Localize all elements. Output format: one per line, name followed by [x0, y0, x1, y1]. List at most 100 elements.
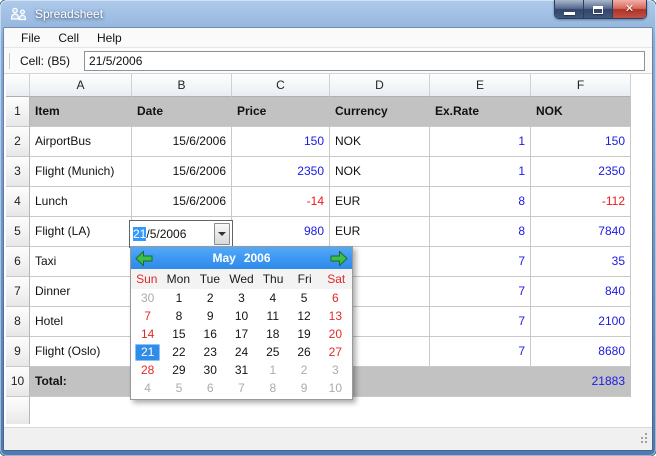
row-number-3[interactable]: 3	[6, 157, 30, 187]
cell-B3[interactable]: 15/6/2006	[132, 157, 232, 187]
calendar-day[interactable]: 27	[323, 344, 348, 361]
prev-month-button[interactable]	[134, 249, 154, 267]
cell-A2[interactable]: AirportBus	[30, 127, 132, 157]
cell-C3[interactable]: 2350	[232, 157, 330, 187]
calendar-day[interactable]: 17	[229, 326, 254, 343]
col-header-D[interactable]: D	[330, 74, 430, 97]
row-number-empty[interactable]	[6, 397, 30, 424]
calendar-day[interactable]: 15	[166, 326, 191, 343]
row-number-2[interactable]: 2	[6, 127, 30, 157]
maximize-button[interactable]	[584, 0, 613, 18]
calendar-day[interactable]: 9	[291, 380, 316, 397]
cell-A8[interactable]: Hotel	[30, 307, 132, 337]
cell-C2[interactable]: 150	[232, 127, 330, 157]
cell-B2[interactable]: 15/6/2006	[132, 127, 232, 157]
row-number-10[interactable]: 10	[6, 367, 30, 397]
calendar-day[interactable]: 6	[198, 380, 223, 397]
calendar-day[interactable]: 4	[260, 290, 285, 307]
calendar-day[interactable]: 2	[291, 362, 316, 379]
cell-A9[interactable]: Flight (Oslo)	[30, 337, 132, 367]
cell-C5[interactable]: 980	[232, 217, 330, 247]
cell-E5[interactable]: 8	[430, 217, 531, 247]
next-month-button[interactable]	[329, 249, 349, 267]
calendar-day[interactable]: 29	[166, 362, 191, 379]
calendar-day[interactable]: 18	[260, 326, 285, 343]
calendar-day[interactable]: 1	[166, 290, 191, 307]
calendar-day[interactable]: 23	[198, 344, 223, 361]
col-header-C[interactable]: C	[232, 74, 330, 97]
cell-D1[interactable]: Currency	[330, 97, 430, 127]
formula-input[interactable]	[84, 50, 645, 71]
calendar-day[interactable]: 2	[198, 290, 223, 307]
calendar-day[interactable]: 30	[135, 290, 160, 307]
title-bar[interactable]: Spreadsheet ✕	[0, 0, 656, 28]
cell-F3[interactable]: 2350	[531, 157, 631, 187]
calendar-day[interactable]: 3	[229, 290, 254, 307]
cell-A5[interactable]: Flight (LA)	[30, 217, 132, 247]
cell-B1[interactable]: Date	[132, 97, 232, 127]
resize-grip-icon[interactable]	[637, 433, 649, 448]
calendar-day[interactable]: 26	[291, 344, 316, 361]
calendar-day[interactable]: 7	[135, 308, 160, 325]
calendar-day[interactable]: 24	[229, 344, 254, 361]
calendar-day[interactable]: 13	[323, 308, 348, 325]
cell-E3[interactable]: 1	[430, 157, 531, 187]
cell-E9[interactable]: 7	[430, 337, 531, 367]
row-number-7[interactable]: 7	[6, 277, 30, 307]
cell-F8[interactable]: 2100	[531, 307, 631, 337]
calendar-day[interactable]: 4	[135, 380, 160, 397]
menu-cell[interactable]: Cell	[49, 28, 88, 48]
cell-F6[interactable]: 35	[531, 247, 631, 277]
combo-dropdown-button[interactable]	[214, 223, 230, 245]
cell-F4[interactable]: -112	[531, 187, 631, 217]
cell-E8[interactable]: 7	[430, 307, 531, 337]
row-number-6[interactable]: 6	[6, 247, 30, 277]
calendar-day[interactable]: 12	[291, 308, 316, 325]
calendar-day[interactable]: 5	[166, 380, 191, 397]
cell-D3[interactable]: NOK	[330, 157, 430, 187]
calendar-day[interactable]: 25	[260, 344, 285, 361]
calendar-day[interactable]: 7	[229, 380, 254, 397]
calendar-day[interactable]: 10	[323, 380, 348, 397]
calendar-day[interactable]: 19	[291, 326, 316, 343]
col-header-A[interactable]: A	[30, 74, 132, 97]
cell-E1[interactable]: Ex.Rate	[430, 97, 531, 127]
col-header-F[interactable]: F	[531, 74, 631, 97]
row-number-8[interactable]: 8	[6, 307, 30, 337]
cell-D2[interactable]: NOK	[330, 127, 430, 157]
calendar-day[interactable]: 28	[135, 362, 160, 379]
calendar-day[interactable]: 31	[229, 362, 254, 379]
cell-D5[interactable]: EUR	[330, 217, 430, 247]
cell-F7[interactable]: 840	[531, 277, 631, 307]
cell-B4[interactable]: 15/6/2006	[132, 187, 232, 217]
calendar-day[interactable]: 30	[198, 362, 223, 379]
cell-A7[interactable]: Dinner	[30, 277, 132, 307]
select-all-corner[interactable]	[6, 74, 30, 97]
calendar-day[interactable]: 8	[166, 308, 191, 325]
cell-C4[interactable]: -14	[232, 187, 330, 217]
col-header-B[interactable]: B	[132, 74, 232, 97]
cell-E7[interactable]: 7	[430, 277, 531, 307]
cell-F2[interactable]: 150	[531, 127, 631, 157]
calendar-day[interactable]: 10	[229, 308, 254, 325]
cell-F5[interactable]: 7840	[531, 217, 631, 247]
row-number-1[interactable]: 1	[6, 97, 30, 127]
calendar-day[interactable]: 16	[198, 326, 223, 343]
calendar-day[interactable]: 6	[323, 290, 348, 307]
cell-E4[interactable]: 8	[430, 187, 531, 217]
cell-C1[interactable]: Price	[232, 97, 330, 127]
cell-F9[interactable]: 8680	[531, 337, 631, 367]
toolbar-grip[interactable]	[9, 52, 12, 69]
calendar-day[interactable]: 20	[323, 326, 348, 343]
close-button[interactable]: ✕	[613, 0, 646, 18]
menu-file[interactable]: File	[12, 28, 49, 48]
cell-A3[interactable]: Flight (Munich)	[30, 157, 132, 187]
calendar-day[interactable]: 11	[260, 308, 285, 325]
cell-A6[interactable]: Taxi	[30, 247, 132, 277]
calendar-day[interactable]: 14	[135, 326, 160, 343]
cell-E6[interactable]: 7	[430, 247, 531, 277]
calendar-day[interactable]: 5	[291, 290, 316, 307]
calendar-day-selected[interactable]: 21	[135, 343, 161, 361]
row-number-4[interactable]: 4	[6, 187, 30, 217]
calendar-day[interactable]: 9	[198, 308, 223, 325]
